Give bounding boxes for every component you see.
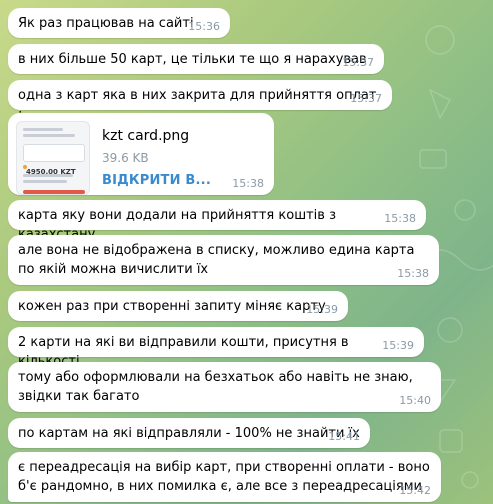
message-text: кожен раз при створенні запиту міняє кар…: [18, 299, 326, 314]
message-bubble[interactable]: по картам на які відправляли - 100% не з…: [8, 418, 370, 448]
message-time: 15:38: [397, 267, 429, 280]
message-bubble[interactable]: тому або оформлювали на безхатьок або на…: [8, 362, 441, 412]
message-text: тому або оформлювали на безхатьок або на…: [18, 370, 417, 404]
message-time: 15:37: [350, 92, 382, 105]
file-message-bubble[interactable]: 4950.00 KZT kzt card.png 39.6 KB ВІДКРИТ…: [8, 113, 274, 195]
message-bubble[interactable]: кожен раз при створенні запиту міняє кар…: [8, 291, 348, 321]
message-time: 15:39: [382, 339, 414, 352]
message-bubble[interactable]: але вона не відображена в списку, можлив…: [8, 235, 439, 285]
message-bubble[interactable]: є переадресація на вибір карт, при створ…: [8, 452, 441, 502]
document-thumbnail-icon[interactable]: 4950.00 KZT: [16, 121, 90, 195]
message-text: Як раз працював на сайті: [18, 16, 194, 31]
message-bubble[interactable]: карта яку вони додали на прийняття кошті…: [8, 200, 426, 242]
message-time: 15:41: [328, 430, 360, 443]
message-time: 15:39: [306, 303, 338, 316]
open-file-button[interactable]: ВІДКРИТИ В...: [102, 171, 211, 190]
message-text: в них більше 50 карт, це тільки те що я …: [18, 52, 367, 67]
message-time: 15:40: [399, 394, 431, 407]
message-bubble[interactable]: в них більше 50 карт, це тільки те що я …: [8, 44, 384, 74]
message-text: але вона не відображена в списку, можлив…: [18, 243, 419, 277]
file-size: 39.6 KB: [102, 151, 149, 165]
file-name: kzt card.png: [102, 128, 190, 144]
message-time: 15:38: [232, 177, 264, 190]
message-bubble[interactable]: одна з карт яка в них закрита для прийня…: [8, 80, 392, 122]
message-bubble[interactable]: 2 карти на які ви відправили кошти, прис…: [8, 327, 424, 369]
message-text: є переадресація на вибір карт, при створ…: [18, 460, 434, 494]
message-bubble[interactable]: Як раз працював на сайті 15:36: [8, 8, 230, 38]
message-time: 15:36: [188, 20, 220, 33]
message-time: 15:38: [384, 212, 416, 225]
message-time: 15:42: [399, 484, 431, 497]
message-text: по картам на які відправляли - 100% не з…: [18, 426, 360, 441]
message-time: 15:37: [342, 56, 374, 69]
